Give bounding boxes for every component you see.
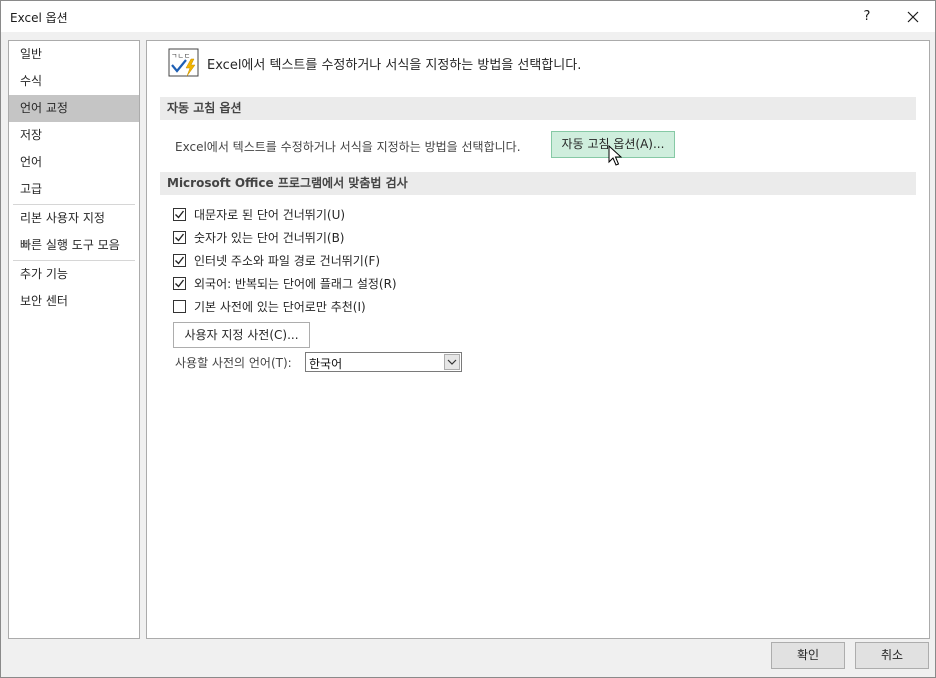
ignore-internet-paths-checkbox[interactable] xyxy=(173,253,186,267)
sidebar-item-formulas[interactable]: 수식 xyxy=(9,68,139,95)
sidebar-item-customize-ribbon[interactable]: 리본 사용자 지정 xyxy=(9,205,139,232)
ignore-uppercase-checkbox[interactable] xyxy=(173,207,186,221)
checkmark-icon xyxy=(175,256,185,265)
title-bar: Excel 옵션 ? xyxy=(1,1,935,32)
suggest-main-dictionary-checkbox[interactable] xyxy=(173,299,186,313)
sidebar-item-quick-access-toolbar[interactable]: 빠른 실행 도구 모음 xyxy=(9,232,139,259)
checkmark-icon xyxy=(175,279,185,288)
sidebar-item-advanced[interactable]: 고급 xyxy=(9,176,139,203)
ok-button[interactable]: 확인 xyxy=(771,642,845,669)
dialog-title: Excel 옵션 xyxy=(10,11,68,25)
help-button[interactable]: ? xyxy=(844,1,890,32)
sidebar-item-trust-center[interactable]: 보안 센터 xyxy=(9,288,139,315)
ignore-numbers-checkbox[interactable] xyxy=(173,230,186,244)
chevron-down-icon xyxy=(447,359,457,365)
cancel-button[interactable]: 취소 xyxy=(855,642,929,669)
proofing-icon: ㄱㄴㄷ xyxy=(168,48,199,77)
autocorrect-description: Excel에서 텍스트를 수정하거나 서식을 지정하는 방법을 선택합니다. xyxy=(175,140,521,154)
option-ignore-uppercase[interactable]: 대문자로 된 단어 건너뛰기(U) xyxy=(173,205,345,223)
svg-text:ㄱㄴㄷ: ㄱㄴㄷ xyxy=(171,52,190,60)
close-button[interactable] xyxy=(890,1,936,32)
sidebar-item-general[interactable]: 일반 xyxy=(9,41,139,68)
dictionary-language-select[interactable]: 한국어 xyxy=(305,352,462,372)
excel-options-dialog: Excel 옵션 ? 일반 수식 언어 교정 저장 언어 고급 리본 사용자 지… xyxy=(0,0,936,678)
sidebar-item-language[interactable]: 언어 xyxy=(9,149,139,176)
option-flag-repeated-words[interactable]: 외국어: 반복되는 단어에 플래그 설정(R) xyxy=(173,274,397,292)
ignore-uppercase-label: 대문자로 된 단어 건너뛰기(U) xyxy=(194,207,346,222)
panel-header-text: Excel에서 텍스트를 수정하거나 서식을 지정하는 방법을 선택합니다. xyxy=(207,58,582,73)
dictionary-language-label: 사용할 사전의 언어(T): xyxy=(175,356,292,370)
flag-repeated-words-label: 외국어: 반복되는 단어에 플래그 설정(R) xyxy=(194,276,397,291)
sidebar-item-add-ins[interactable]: 추가 기능 xyxy=(9,261,139,288)
checkmark-icon xyxy=(175,233,185,242)
close-icon xyxy=(907,11,919,22)
ignore-numbers-label: 숫자가 있는 단어 건너뛰기(B) xyxy=(194,230,345,245)
option-ignore-numbers[interactable]: 숫자가 있는 단어 건너뛰기(B) xyxy=(173,228,344,246)
custom-dictionaries-button[interactable]: 사용자 지정 사전(C)... xyxy=(173,322,310,348)
proofing-panel: ㄱㄴㄷ Excel에서 텍스트를 수정하거나 서식을 지정하는 방법을 선택합니… xyxy=(146,40,930,639)
option-suggest-main-dictionary[interactable]: 기본 사전에 있는 단어로만 추천(I) xyxy=(173,297,366,315)
dictionary-language-value: 한국어 xyxy=(309,357,343,371)
flag-repeated-words-checkbox[interactable] xyxy=(173,276,186,290)
sidebar-item-save[interactable]: 저장 xyxy=(9,122,139,149)
help-icon: ? xyxy=(863,9,871,24)
ignore-internet-paths-label: 인터넷 주소와 파일 경로 건너뛰기(F) xyxy=(194,253,381,268)
suggest-main-dictionary-label: 기본 사전에 있는 단어로만 추천(I) xyxy=(194,299,366,314)
checkmark-icon xyxy=(175,210,185,219)
autocorrect-section-header: 자동 고침 옵션 xyxy=(160,97,916,120)
sidebar-item-proofing[interactable]: 언어 교정 xyxy=(9,95,139,122)
options-sidebar: 일반 수식 언어 교정 저장 언어 고급 리본 사용자 지정 빠른 실행 도구 … xyxy=(8,40,140,639)
mouse-cursor-icon xyxy=(608,145,622,166)
spelling-section-header: Microsoft Office 프로그램에서 맞춤법 검사 xyxy=(160,172,916,195)
dropdown-arrow[interactable] xyxy=(444,354,460,370)
option-ignore-internet-paths[interactable]: 인터넷 주소와 파일 경로 건너뛰기(F) xyxy=(173,251,380,269)
